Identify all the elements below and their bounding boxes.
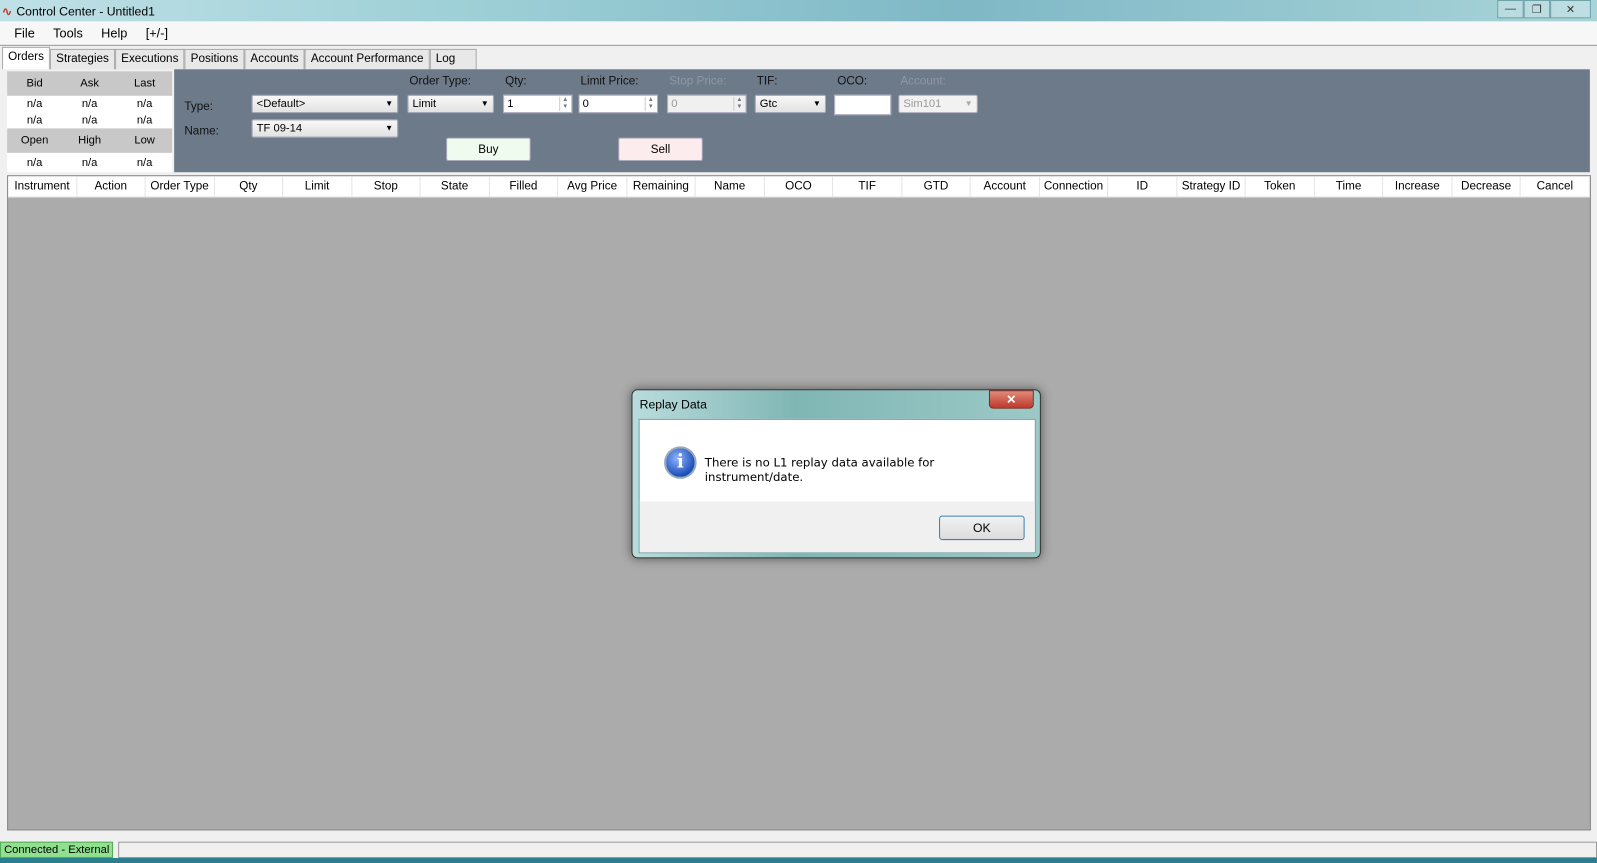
order-entry-panel: Type: <Default> Name: TF 09-14 Order Typ… <box>174 69 1590 173</box>
order-type-label: Order Type: <box>409 75 472 88</box>
menu-tools[interactable]: Tools <box>53 26 83 40</box>
name-label: Name: <box>184 125 219 138</box>
ask-size: n/a <box>81 114 98 127</box>
open-value: n/a <box>26 156 43 169</box>
last-size: n/a <box>136 114 153 127</box>
last-value: n/a <box>136 97 153 111</box>
ok-button[interactable]: OK <box>939 515 1025 541</box>
column-header-limit[interactable]: Limit <box>283 176 352 197</box>
sell-button[interactable]: Sell <box>618 137 703 162</box>
dialog-close-button[interactable]: ✕ <box>988 390 1034 409</box>
app-logo-icon: ∿ <box>2 3 13 18</box>
status-bar: Connected - External <box>0 841 1597 858</box>
tab-account-performance[interactable]: Account Performance <box>304 48 430 70</box>
column-header-action[interactable]: Action <box>77 176 146 197</box>
column-header-remaining[interactable]: Remaining <box>627 176 696 197</box>
column-header-strategy-id[interactable]: Strategy ID <box>1177 176 1246 197</box>
column-header-name[interactable]: Name <box>696 176 765 197</box>
name-dropdown[interactable]: TF 09-14 <box>251 119 399 138</box>
tab-positions[interactable]: Positions <box>184 48 245 70</box>
ask-value: n/a <box>81 97 98 111</box>
limit-price-value: 0 <box>582 97 589 111</box>
column-header-oco[interactable]: OCO <box>765 176 834 197</box>
column-header-connection[interactable]: Connection <box>1040 176 1109 197</box>
column-header-instrument[interactable]: Instrument <box>8 176 77 197</box>
spin-arrows-icon[interactable]: ▲ ▼ <box>644 96 656 112</box>
limit-price-input[interactable]: 0 ▲ ▼ <box>578 94 658 114</box>
connection-status: Connected - External <box>0 841 114 858</box>
close-button[interactable]: ✕ <box>1550 0 1591 19</box>
quote-panel: Bid Ask Last n/a n/a n/a n/a n/a n/a Open High L… <box>7 71 173 173</box>
high-value: n/a <box>81 156 98 169</box>
menu-toggle[interactable]: [+/-] <box>146 26 168 40</box>
column-header-increase[interactable]: Increase <box>1383 176 1453 197</box>
tif-dropdown[interactable]: Gtc <box>754 94 827 114</box>
column-header-qty[interactable]: Qty <box>214 176 284 197</box>
column-header-order-type[interactable]: Order Type <box>146 176 215 197</box>
column-header-token[interactable]: Token <box>1246 176 1315 197</box>
column-header-gtd[interactable]: GTD <box>902 176 971 197</box>
qty-label: Qty: <box>505 75 527 88</box>
oco-input[interactable] <box>834 94 892 116</box>
tab-accounts[interactable]: Accounts <box>244 48 305 70</box>
column-header-cancel[interactable]: Cancel <box>1521 176 1590 197</box>
last-header: Last <box>134 77 156 90</box>
menu-file[interactable]: File <box>14 26 35 40</box>
type-dropdown[interactable]: <Default> <box>251 94 399 114</box>
menu-bar: File Tools Help [+/-] <box>0 21 1597 46</box>
bid-header: Bid <box>26 77 43 90</box>
menu-help[interactable]: Help <box>101 26 127 40</box>
dialog-title: Replay Data <box>639 397 707 412</box>
window-title: Control Center - Untitled1 <box>16 3 155 18</box>
column-header-time[interactable]: Time <box>1315 176 1384 197</box>
account-dropdown: Sim101 <box>898 94 978 114</box>
tif-label: TIF: <box>756 75 778 88</box>
tab-executions[interactable]: Executions <box>115 48 185 70</box>
open-header: Open <box>20 134 49 147</box>
stop-price-value: 0 <box>671 97 678 111</box>
title-bar: ∿ Control Center - Untitled1 — ❐ ✕ <box>0 0 1597 22</box>
information-icon: i <box>664 446 697 479</box>
order-type-dropdown[interactable]: Limit <box>407 94 494 114</box>
tab-bar: Orders Strategies Executions Positions A… <box>2 46 477 70</box>
stop-price-label: Stop Price: <box>669 75 727 88</box>
replay-data-dialog: Replay Data ✕ i There is no L1 replay da… <box>631 389 1041 559</box>
spin-arrows-icon: ▲ ▼ <box>733 96 744 112</box>
dialog-message: There is no L1 replay data available for… <box>704 455 935 485</box>
buy-button[interactable]: Buy <box>446 137 531 162</box>
column-header-avg-price[interactable]: Avg Price <box>558 176 628 197</box>
account-label: Account: <box>900 75 946 88</box>
column-header-state[interactable]: State <box>421 176 490 197</box>
tab-log[interactable]: Log <box>429 48 477 70</box>
tab-strategies[interactable]: Strategies <box>50 48 116 70</box>
ask-header: Ask <box>80 77 99 90</box>
low-value: n/a <box>136 156 153 169</box>
spin-arrows-icon[interactable]: ▲ ▼ <box>559 96 570 112</box>
minimize-button[interactable]: — <box>1497 0 1524 19</box>
bid-value: n/a <box>26 97 43 111</box>
column-header-tif[interactable]: TIF <box>833 176 903 197</box>
qty-value: 1 <box>507 97 514 111</box>
column-header-stop[interactable]: Stop <box>352 176 421 197</box>
stop-price-input: 0 ▲ ▼ <box>667 94 747 114</box>
status-bar-area <box>118 841 1597 858</box>
qty-input[interactable]: 1 ▲ ▼ <box>503 94 573 114</box>
low-header: Low <box>134 134 155 147</box>
bid-size: n/a <box>26 114 43 127</box>
column-header-decrease[interactable]: Decrease <box>1452 176 1521 197</box>
grid-header: Instrument Action Order Type Qty Limit Stop St… <box>8 176 1590 198</box>
type-label: Type: <box>184 100 214 114</box>
limit-price-label: Limit Price: <box>580 75 639 88</box>
high-header: High <box>78 134 102 147</box>
tab-orders[interactable]: Orders <box>2 46 51 70</box>
column-header-filled[interactable]: Filled <box>490 176 559 197</box>
column-header-id[interactable]: ID <box>1108 176 1178 197</box>
taskbar <box>0 857 1597 863</box>
restore-button[interactable]: ❐ <box>1523 0 1551 19</box>
oco-label: OCO: <box>837 75 868 88</box>
column-header-account[interactable]: Account <box>971 176 1040 197</box>
